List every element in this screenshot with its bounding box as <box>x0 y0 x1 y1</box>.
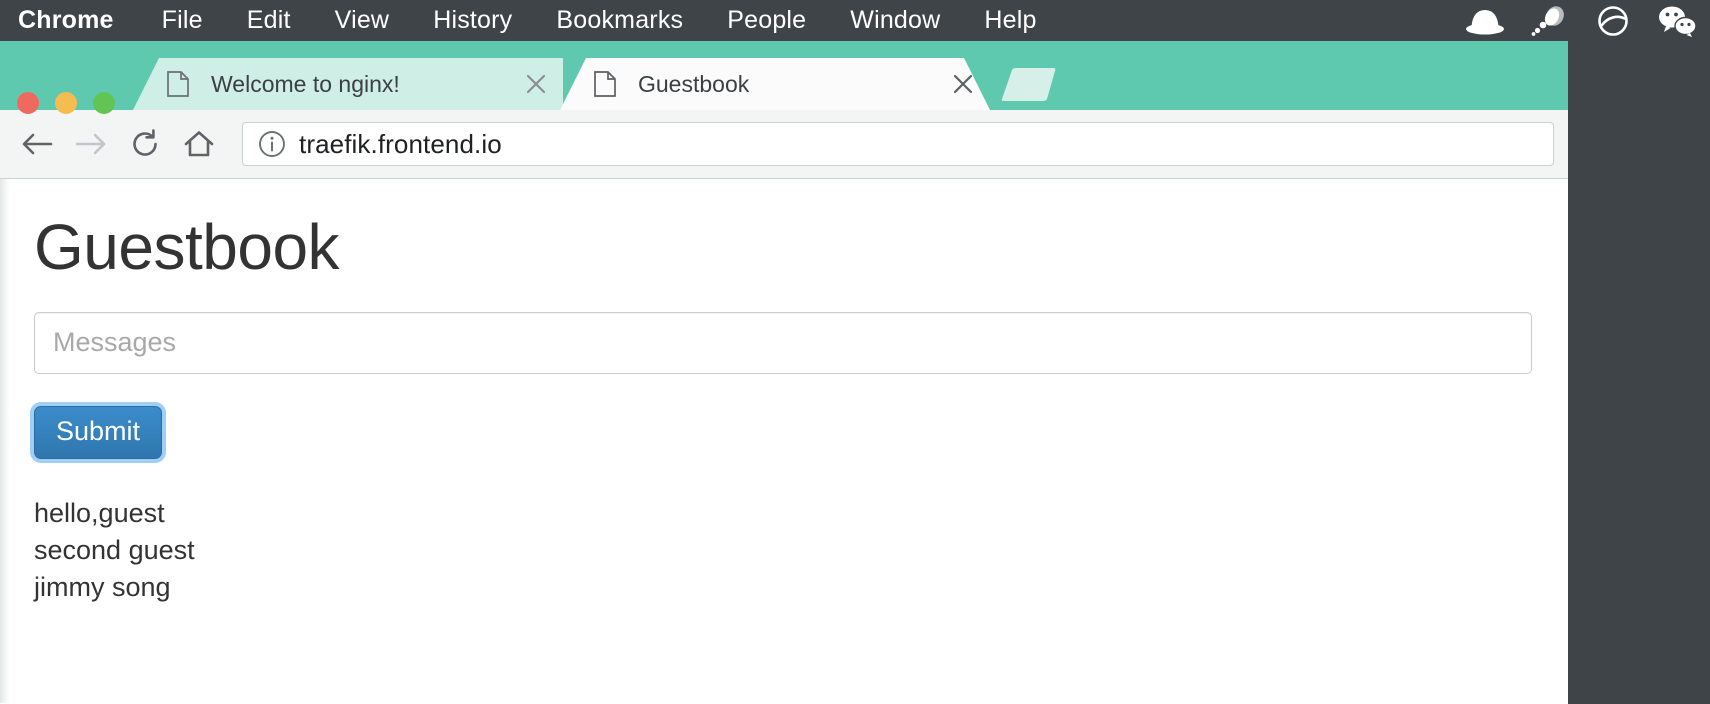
message-input[interactable] <box>34 312 1532 374</box>
menu-item-help[interactable]: Help <box>962 0 1058 41</box>
minimize-window-button[interactable] <box>55 92 77 114</box>
back-button[interactable] <box>10 117 64 171</box>
message-list: hello,guest second guest jimmy song <box>34 495 1532 607</box>
menu-item-view[interactable]: View <box>313 0 412 41</box>
shell-antenna-icon[interactable] <box>1528 0 1570 41</box>
circle-slash-icon[interactable] <box>1592 0 1634 41</box>
page-icon <box>167 71 189 97</box>
tab-strip: Welcome to nginx! <box>0 41 1568 110</box>
home-button[interactable] <box>172 117 226 171</box>
menu-item-file[interactable]: File <box>140 0 225 41</box>
chrome-browser-window: Welcome to nginx! <box>0 41 1568 704</box>
url-text: traefik.frontend.io <box>299 129 502 160</box>
menubar-status-icons <box>1464 0 1710 41</box>
page-viewport: Guestbook Submit hello,guest second gues… <box>0 179 1568 703</box>
list-item: second guest <box>34 532 1532 569</box>
guestbook-page: Guestbook Submit hello,guest second gues… <box>0 211 1568 606</box>
close-icon[interactable] <box>515 63 557 105</box>
window-traffic-lights <box>17 92 115 114</box>
menu-item-history[interactable]: History <box>411 0 534 41</box>
tab-title: Welcome to nginx! <box>211 71 515 98</box>
info-circle-icon[interactable] <box>257 130 287 158</box>
page-title: Guestbook <box>34 211 1532 285</box>
tab-welcome-to-nginx[interactable]: Welcome to nginx! <box>133 58 563 110</box>
bowler-hat-icon[interactable] <box>1464 0 1506 41</box>
macos-menubar: Chrome File Edit View History Bookmarks … <box>0 0 1710 41</box>
browser-toolbar: traefik.frontend.io <box>0 110 1568 179</box>
new-tab-button[interactable] <box>992 66 1058 102</box>
page-icon <box>594 71 616 97</box>
menubar-items: Chrome File Edit View History Bookmarks … <box>0 0 1059 41</box>
menu-item-bookmarks[interactable]: Bookmarks <box>534 0 705 41</box>
list-item: hello,guest <box>34 495 1532 532</box>
close-icon[interactable] <box>942 63 984 105</box>
tab-title: Guestbook <box>638 71 942 98</box>
wechat-icon[interactable] <box>1656 0 1698 41</box>
omnibox[interactable]: traefik.frontend.io <box>242 122 1554 166</box>
menu-item-people[interactable]: People <box>705 0 828 41</box>
viewport-left-edge-shadow <box>0 179 9 703</box>
menu-item-window[interactable]: Window <box>828 0 962 41</box>
menu-item-chrome[interactable]: Chrome <box>0 0 140 41</box>
reload-button[interactable] <box>118 117 172 171</box>
menu-item-edit[interactable]: Edit <box>225 0 313 41</box>
close-window-button[interactable] <box>17 92 39 114</box>
submit-button[interactable]: Submit <box>34 406 162 459</box>
tab-guestbook[interactable]: Guestbook <box>560 58 990 110</box>
maximize-window-button[interactable] <box>93 92 115 114</box>
forward-button <box>64 117 118 171</box>
list-item: jimmy song <box>34 569 1532 606</box>
